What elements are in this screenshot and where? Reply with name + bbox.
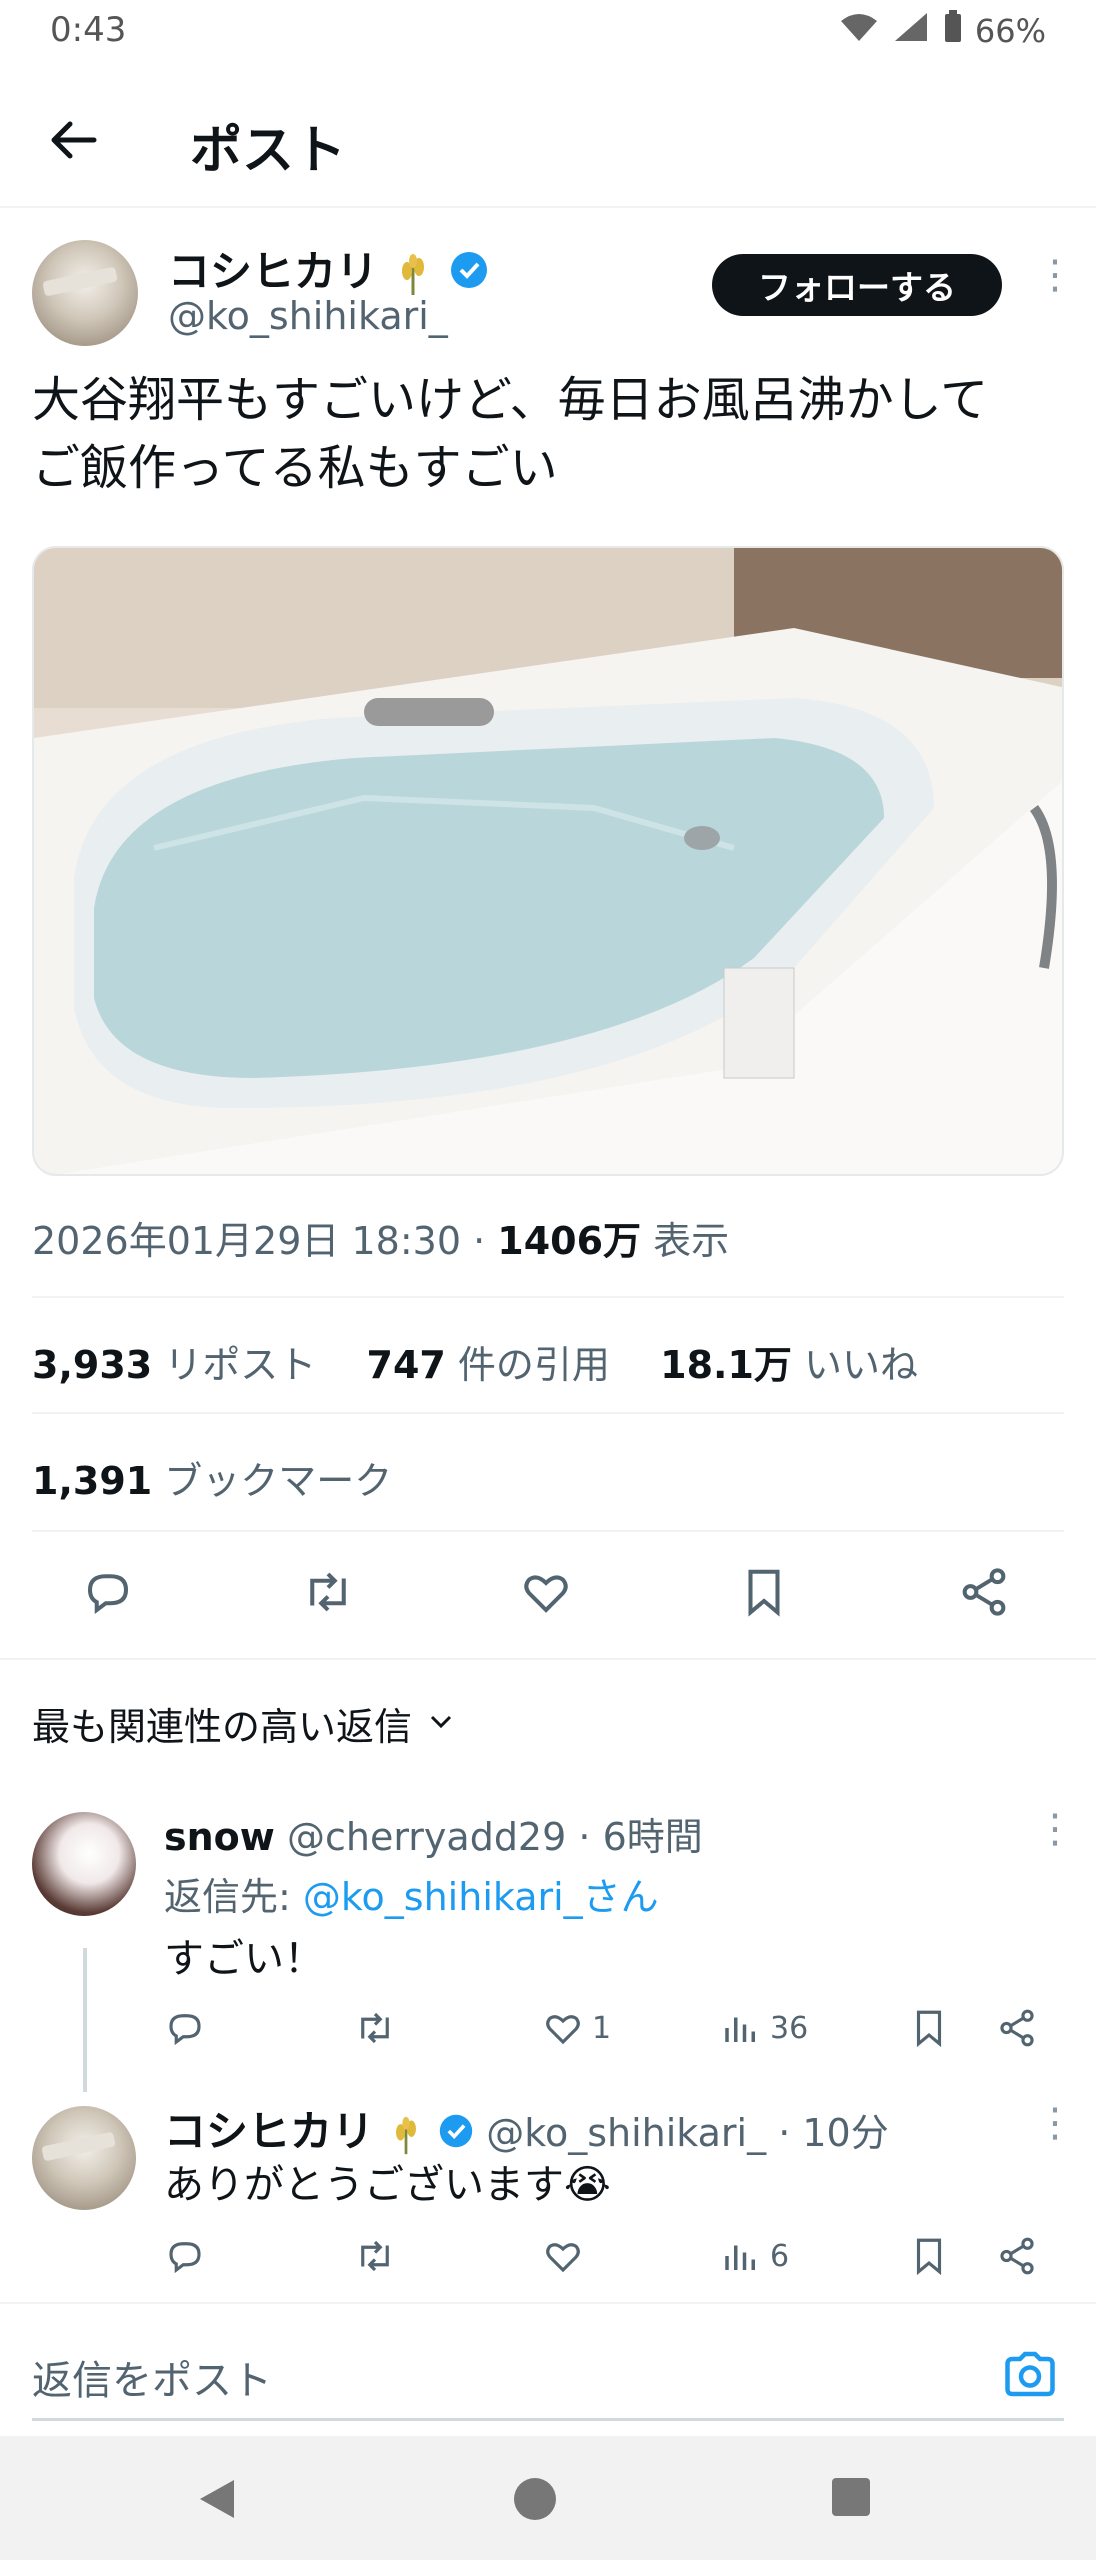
avatar[interactable]: [32, 2106, 136, 2210]
more-options-icon[interactable]: ⋮: [1035, 1809, 1075, 1849]
views-bar-chart-icon: [725, 2245, 755, 2270]
battery-percent: 66%: [974, 12, 1046, 50]
nav-back-icon[interactable]: [194, 2476, 240, 2526]
views-button[interactable]: 36: [720, 2000, 808, 2056]
views-bar-chart-icon: [725, 2017, 755, 2042]
battery-icon: [943, 10, 963, 52]
reply-to-handle[interactable]: @ko_shihikari_さん: [303, 1875, 659, 1919]
nav-home-icon[interactable]: [512, 2476, 558, 2526]
reply-input[interactable]: 返信をポスト: [32, 2348, 272, 2406]
signal-icon: [891, 11, 931, 51]
like-count: 1: [592, 2010, 612, 2046]
more-options-icon[interactable]: ⋮: [1035, 2103, 1075, 2143]
author-name-row[interactable]: コシヒカリ: [168, 238, 489, 300]
rice-plant-icon: [386, 2111, 438, 2155]
reply-time[interactable]: 10分: [802, 2111, 888, 2155]
reply-icon[interactable]: [164, 2000, 206, 2056]
verified-badge-icon: [449, 250, 489, 300]
post-action-bar: [0, 1560, 1096, 1640]
share-icon[interactable]: [996, 2000, 1038, 2056]
quotes-stat[interactable]: 747 件の引用: [367, 1343, 610, 1387]
chevron-down-icon: [426, 1702, 456, 1746]
share-icon[interactable]: [952, 1560, 1016, 1624]
like-heart-icon[interactable]: [542, 2228, 584, 2284]
like-heart-icon[interactable]: [514, 1560, 578, 1624]
author-name[interactable]: コシヒカリ: [168, 247, 378, 296]
more-options-icon[interactable]: ⋮: [1035, 255, 1075, 295]
share-icon[interactable]: [996, 2228, 1038, 2284]
reposts-stat[interactable]: 3,933 リポスト: [32, 1343, 316, 1387]
reply-text: すごい！: [164, 1936, 324, 1982]
replies-sort-dropdown[interactable]: 最も関連性の高い返信: [32, 1696, 456, 1751]
camera-icon[interactable]: [1000, 2344, 1060, 2404]
divider: [32, 1296, 1064, 1298]
like-button[interactable]: 1: [542, 2000, 611, 2056]
post-text-line-1: 大谷翔平もすごいけど、毎日お風呂沸かして: [32, 372, 989, 428]
bookmark-icon[interactable]: [908, 2000, 950, 2056]
repost-icon[interactable]: [354, 2000, 396, 2056]
status-icons: 66%: [839, 10, 1046, 52]
view-label: 表示: [653, 1219, 730, 1263]
bathtub-illustration: [34, 548, 1062, 1174]
divider: [32, 1530, 1064, 1532]
views-button[interactable]: 6: [720, 2228, 789, 2284]
back-arrow-icon[interactable]: [46, 112, 102, 168]
post-text-line-2: ご飯作ってる私もすごい: [32, 440, 558, 496]
status-time: 0:43: [50, 10, 127, 50]
sort-label: 最も関連性の高い返信: [32, 1705, 413, 1749]
post-meta: 2026年01月29日 18:30 · 1406万 表示: [32, 1219, 730, 1263]
reply-author-handle[interactable]: @ko_shihikari_: [486, 2111, 766, 2155]
reply-action-bar: 1 36: [0, 2000, 1096, 2060]
bookmark-icon[interactable]: [732, 1560, 796, 1624]
post-text: 大谷翔平もすごいけど、毎日お風呂沸かして ご飯作ってる私もすごい: [32, 366, 1072, 502]
input-underline: [32, 2418, 1064, 2421]
reply-composer: 返信をポスト: [0, 2302, 1096, 2421]
avatar[interactable]: [32, 240, 138, 346]
page-title: ポスト: [190, 121, 347, 181]
view-count: 36: [770, 2010, 809, 2046]
reply-icon[interactable]: [164, 2228, 206, 2284]
reply-header: snow @cherryadd29 · 6時間: [164, 1815, 703, 1859]
divider: [32, 1412, 1064, 1414]
reply-icon[interactable]: [76, 1560, 140, 1624]
status-bar: 0:43 66%: [0, 0, 1096, 60]
follow-button[interactable]: フォローする: [712, 254, 1002, 316]
repost-icon[interactable]: [354, 2228, 396, 2284]
view-count: 6: [770, 2238, 790, 2274]
reply-author-handle[interactable]: @cherryadd29: [287, 1815, 566, 1859]
reply-author-name[interactable]: コシヒカリ: [164, 2107, 374, 2156]
reply-to-line: 返信先: @ko_shihikari_さん: [164, 1875, 659, 1919]
view-count: 1406万: [497, 1219, 642, 1263]
reply-text: ありがとうございます😭: [164, 2162, 611, 2208]
reply-header: コシヒカリ @ko_shihikari_ · 10分: [164, 2107, 889, 2156]
repost-icon[interactable]: [296, 1560, 360, 1624]
like-heart-icon: [546, 2015, 580, 2045]
author-handle[interactable]: @ko_shihikari_: [168, 294, 448, 338]
bookmarks-stat[interactable]: 1,391 ブックマーク: [32, 1450, 392, 1505]
system-navigation-bar: [0, 2436, 1096, 2560]
wifi-icon: [839, 11, 879, 51]
rice-plant-icon: [391, 247, 448, 296]
reply-action-bar: 6: [0, 2228, 1096, 2288]
avatar[interactable]: [32, 1812, 136, 1916]
reply-author-name[interactable]: snow: [164, 1815, 275, 1859]
post-image[interactable]: [32, 546, 1064, 1176]
divider: [0, 1658, 1096, 1660]
bookmark-icon[interactable]: [908, 2228, 950, 2284]
post-timestamp[interactable]: 2026年01月29日 18:30: [32, 1219, 461, 1263]
reply-time[interactable]: 6時間: [603, 1815, 703, 1859]
nav-recents-icon[interactable]: [830, 2476, 872, 2522]
likes-stat[interactable]: 18.1万 いいね: [660, 1343, 918, 1387]
top-app-bar: ポスト: [0, 80, 1096, 208]
engagement-stats: 3,933 リポスト 747 件の引用 18.1万 いいね: [32, 1334, 918, 1389]
